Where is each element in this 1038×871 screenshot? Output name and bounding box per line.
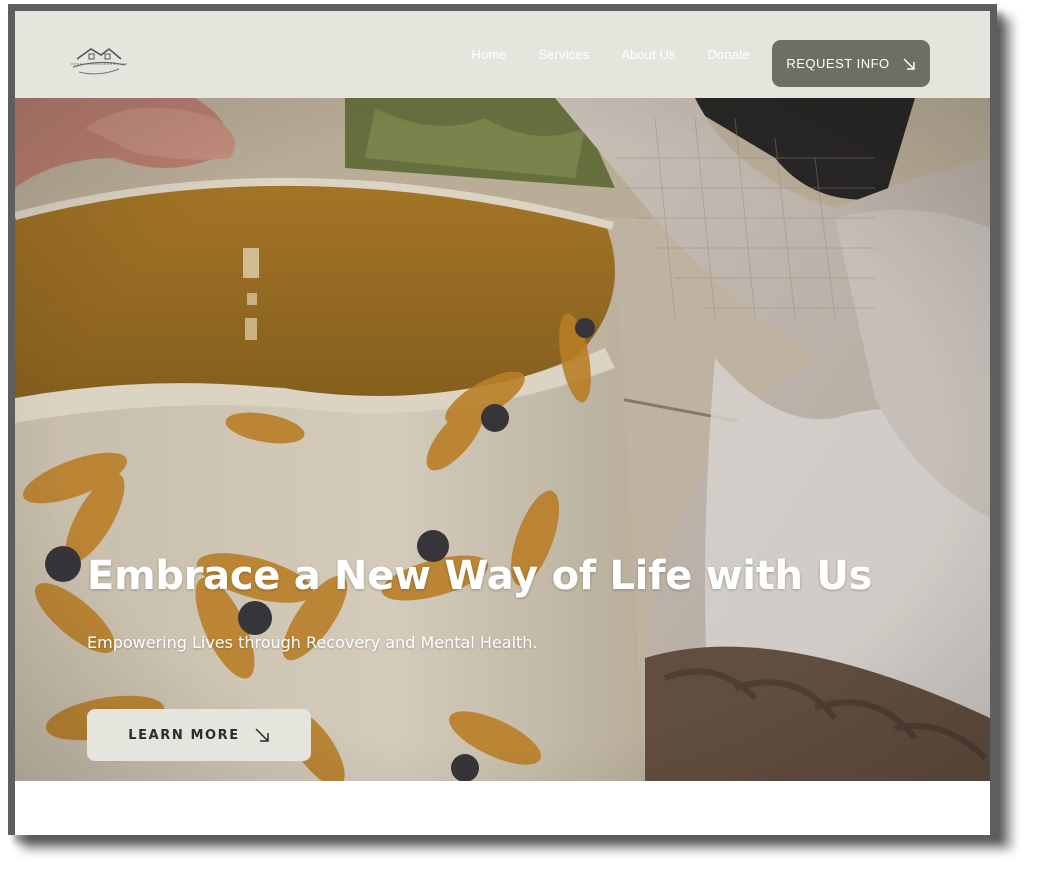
nav-services-link[interactable]: Services	[539, 47, 590, 62]
learn-more-button[interactable]: LEARN MORE	[87, 709, 311, 761]
top-navbar: Home Services About Us Donate REQUEST IN…	[15, 11, 990, 98]
arrow-down-right-icon	[254, 727, 270, 743]
below-hero-section	[15, 781, 990, 835]
main-nav: Home Services About Us Donate	[471, 11, 750, 98]
nav-about-link[interactable]: About Us	[621, 47, 675, 62]
house-logo-icon	[71, 47, 127, 75]
hero-subtitle: Empowering Lives through Recovery and Me…	[87, 633, 538, 652]
hero-background-photo	[15, 98, 990, 781]
learn-more-label: LEARN MORE	[128, 727, 240, 743]
browser-frame: Home Services About Us Donate REQUEST IN…	[8, 4, 997, 835]
hero-title: Embrace a New Way of Life with Us	[87, 553, 873, 599]
arrow-down-right-icon	[902, 57, 916, 71]
request-info-label: REQUEST INFO	[786, 56, 890, 71]
request-info-button[interactable]: REQUEST INFO	[772, 40, 930, 87]
nav-donate-link[interactable]: Donate	[707, 47, 750, 62]
nav-home-link[interactable]: Home	[471, 47, 506, 62]
hero-section: Embrace a New Way of Life with Us Empowe…	[15, 98, 990, 781]
site-logo[interactable]	[65, 41, 133, 79]
